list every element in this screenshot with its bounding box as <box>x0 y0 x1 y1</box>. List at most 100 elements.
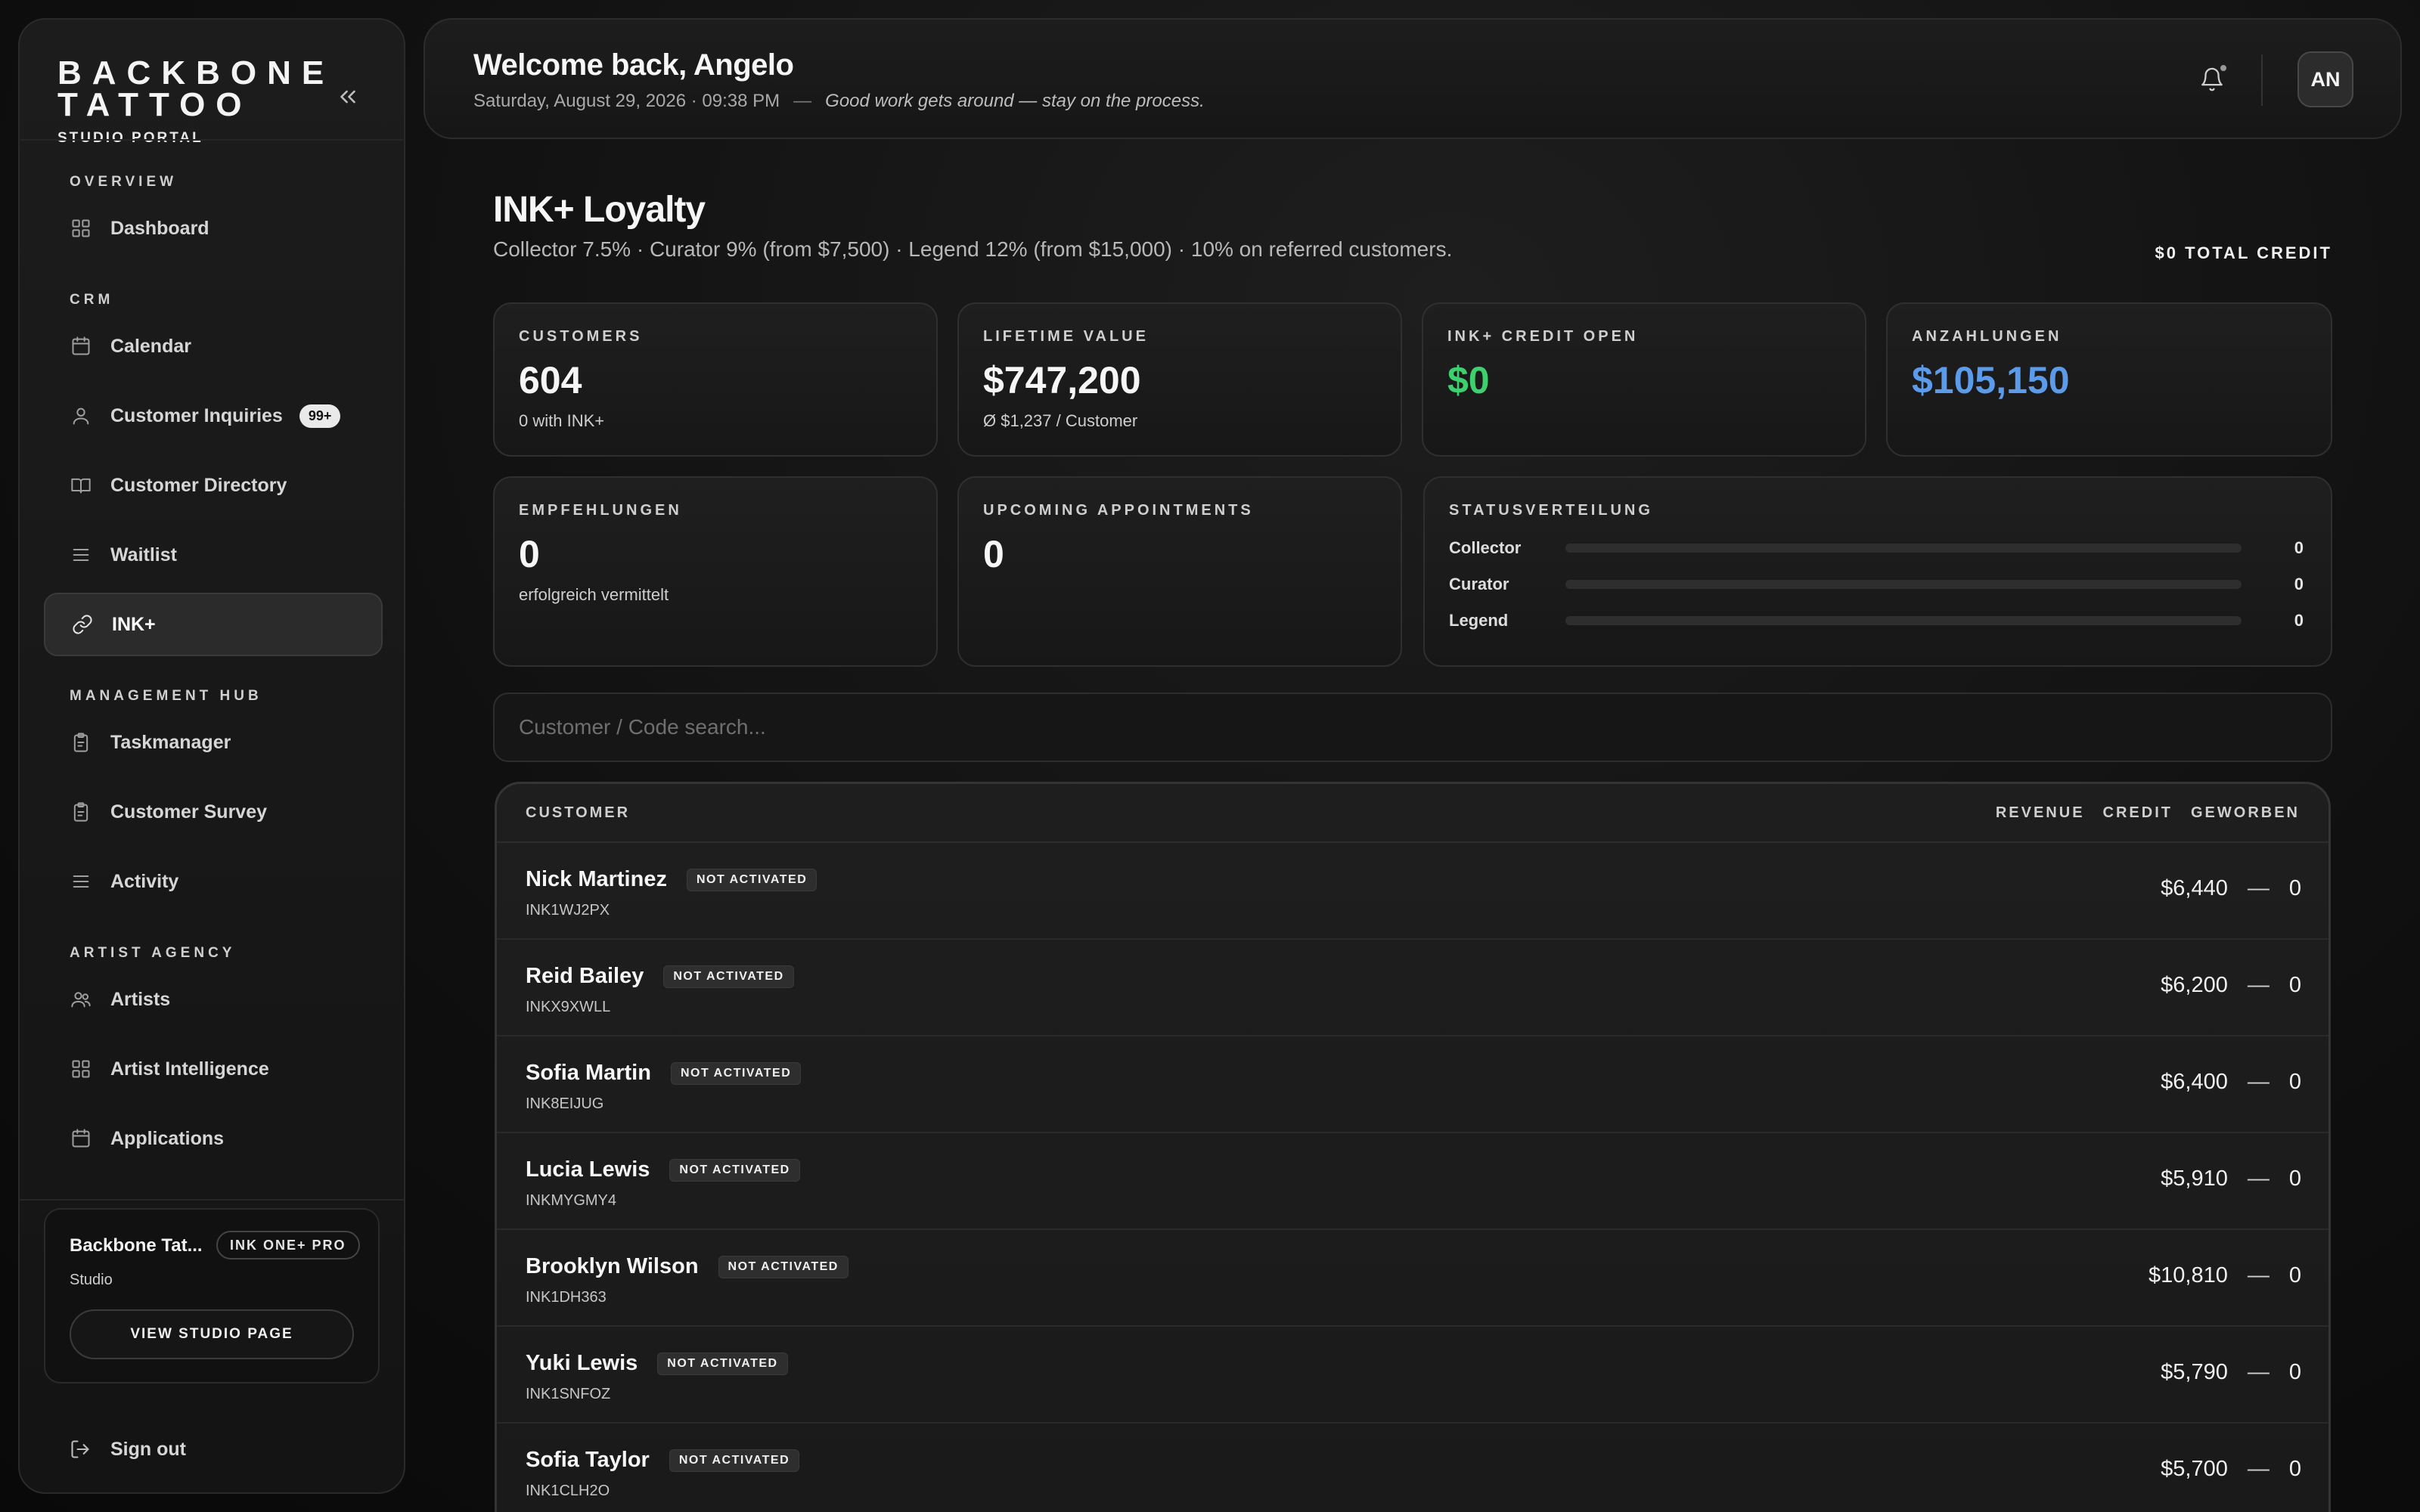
sidebar-item-applications[interactable]: Applications <box>44 1107 383 1170</box>
table-row[interactable]: Nick Martinez NOT ACTIVATED INK1WJ2PX $6,44… <box>497 843 2328 940</box>
collapse-sidebar-button[interactable] <box>330 79 366 115</box>
view-studio-page-button[interactable]: VIEW STUDIO PAGE <box>70 1309 354 1359</box>
sign-out-button[interactable]: Sign out <box>70 1438 186 1461</box>
revenue-cell: $10,810 <box>2149 1263 2228 1287</box>
sidebar-item-label: INK+ <box>112 613 156 635</box>
sidebar-item-taskmanager[interactable]: Taskmanager <box>44 711 383 774</box>
status-row-legend: Legend 0 <box>1449 609 2304 632</box>
credit-cell: — <box>2247 876 2270 900</box>
table-row[interactable]: Lucia Lewis NOT ACTIVATED INKMYGMY4 $5,910 —… <box>497 1133 2328 1230</box>
customer-name-cell: Lucia Lewis NOT ACTIVATED <box>526 1157 800 1182</box>
sidebar-item-artist-intelligence[interactable]: Artist Intelligence <box>44 1037 383 1101</box>
status-name: Legend <box>1449 611 1509 630</box>
stat-label: EMPFEHLUNGEN <box>519 502 682 519</box>
status-name: Collector <box>1449 538 1522 557</box>
customer-code: INK1DH363 <box>526 1289 607 1306</box>
separator: — <box>793 91 812 111</box>
notification-dot <box>2219 64 2228 73</box>
revenue-cell: $5,700 <box>2161 1457 2228 1481</box>
customer-code: INK8EIJUG <box>526 1095 604 1112</box>
row-metrics: $5,700 — 0 <box>2161 1457 2301 1482</box>
sidebar-item-label: Waitlist <box>110 544 177 565</box>
revenue-cell: $6,440 <box>2161 876 2228 900</box>
column-credit[interactable]: CREDIT <box>2103 804 2173 822</box>
table-row[interactable]: Yuki Lewis NOT ACTIVATED INK1SNFOZ $5,790 — 0 <box>497 1327 2328 1424</box>
page-title: INK+ Loyalty <box>493 190 706 230</box>
table-row[interactable]: Sofia Taylor NOT ACTIVATED INK1CLH2O $5,700… <box>497 1424 2328 1512</box>
sidebar-item-label: Activity <box>110 870 179 892</box>
sidebar-item-dashboard[interactable]: Dashboard <box>44 197 383 260</box>
welcome-title: Welcome back, Angelo <box>473 48 794 82</box>
column-revenue[interactable]: REVENUE <box>1996 804 2085 822</box>
status-bar <box>1565 616 2242 625</box>
stat-value: $0 <box>1447 359 1490 401</box>
status-count: 0 <box>2294 611 2304 630</box>
status-row-curator: Curator 0 <box>1449 573 2304 596</box>
status-count: 0 <box>2294 538 2304 557</box>
clipboard-icon <box>70 731 92 754</box>
stat-label: UPCOMING APPOINTMENTS <box>983 502 1254 519</box>
user-avatar[interactable]: AN <box>2297 51 2353 107</box>
brand-name-line-1: BACKBONE <box>57 54 335 91</box>
stat-card-anzahlungen: ANZAHLUNGEN $105,150 <box>1886 302 2332 457</box>
credit-cell: — <box>2247 1457 2270 1481</box>
geworben-cell: 0 <box>2288 876 2301 900</box>
customer-name-cell: Yuki Lewis NOT ACTIVATED <box>526 1351 788 1376</box>
table-row[interactable]: Sofia Martin NOT ACTIVATED INK8EIJUG $6,400… <box>497 1036 2328 1133</box>
geworben-cell: 0 <box>2288 1167 2301 1191</box>
sidebar-item-label: Customer Inquiries <box>110 404 283 426</box>
total-credit: $0 TOTAL CREDIT <box>2155 243 2332 262</box>
table-row[interactable]: Brooklyn Wilson NOT ACTIVATED INK1DH363 $10… <box>497 1230 2328 1327</box>
status-badge: NOT ACTIVATED <box>686 868 818 891</box>
sidebar-item-activity[interactable]: Activity <box>44 850 383 913</box>
grid-icon <box>70 217 92 240</box>
stat-card-customers: CUSTOMERS 604 0 with INK+ <box>493 302 938 457</box>
status-badge: NOT ACTIVATED <box>670 1061 802 1085</box>
status-row-collector: Collector 0 <box>1449 537 2304 559</box>
brand-logo[interactable]: BACKBONE TATTOO STUDIO PORTAL <box>57 57 334 147</box>
status-distribution-label: STATUSVERTEILUNG <box>1449 502 1653 519</box>
status-badge: NOT ACTIVATED <box>669 1158 800 1182</box>
customer-name-cell: Brooklyn Wilson NOT ACTIVATED <box>526 1254 849 1279</box>
stat-value: 0 <box>983 533 1004 575</box>
credit-cell: — <box>2247 973 2270 997</box>
sidebar-item-label: Artists <box>110 988 171 1010</box>
geworben-cell: 0 <box>2288 1457 2301 1481</box>
notifications-button[interactable] <box>2193 60 2231 98</box>
divider <box>2261 54 2263 106</box>
nav-section-artist-agency: ARTIST AGENCY <box>70 945 236 961</box>
column-geworben[interactable]: GEWORBEN <box>2191 804 2300 822</box>
credit-cell: — <box>2247 1167 2270 1191</box>
sidebar-item-label: Taskmanager <box>110 731 231 753</box>
geworben-cell: 0 <box>2288 1070 2301 1094</box>
sidebar-item-customer-survey[interactable]: Customer Survey <box>44 780 383 844</box>
stat-subtext: 0 with INK+ <box>519 411 605 430</box>
nav-section-crm: CRM <box>70 292 114 308</box>
customer-name: Nick Martinez <box>526 867 667 891</box>
customers-table: CUSTOMER REVENUE CREDIT GEWORBEN Nick Ma… <box>495 782 2331 1512</box>
user-icon <box>70 404 92 427</box>
customer-name-cell: Reid Bailey NOT ACTIVATED <box>526 964 794 989</box>
customer-search-input[interactable] <box>493 692 2332 762</box>
brand-subtitle: STUDIO PORTAL <box>57 130 203 146</box>
customer-code: INK1CLH2O <box>526 1483 610 1499</box>
studio-card: Backbone Tat... INK ONE+ PRO Studio VIEW… <box>44 1208 380 1383</box>
users-icon <box>70 988 92 1011</box>
sidebar-item-customer-inquiries[interactable]: Customer Inquiries 99+ <box>44 384 383 448</box>
table-row[interactable]: Reid Bailey NOT ACTIVATED INKX9XWLL $6,200 —… <box>497 940 2328 1036</box>
sidebar-item-artists[interactable]: Artists <box>44 968 383 1031</box>
sidebar-item-customer-directory[interactable]: Customer Directory <box>44 454 383 517</box>
revenue-cell: $6,400 <box>2161 1070 2228 1094</box>
clipboard-icon <box>70 801 92 823</box>
chevrons-left-icon <box>340 90 355 104</box>
sidebar-item-calendar[interactable]: Calendar <box>44 314 383 378</box>
stat-label: ANZAHLUNGEN <box>1912 328 2062 345</box>
sidebar-nav: OVERVIEW Dashboard CRM Calendar Customer Inq… <box>44 171 383 1191</box>
list-icon <box>70 870 92 893</box>
column-customer[interactable]: CUSTOMER <box>526 804 1978 822</box>
sidebar-item-waitlist[interactable]: Waitlist <box>44 523 383 587</box>
stat-card-ink-credit-open: INK+ CREDIT OPEN $0 <box>1422 302 1866 457</box>
sidebar-item-ink[interactable]: INK+ <box>44 593 383 656</box>
revenue-cell: $6,200 <box>2161 973 2228 997</box>
list-icon <box>70 544 92 566</box>
